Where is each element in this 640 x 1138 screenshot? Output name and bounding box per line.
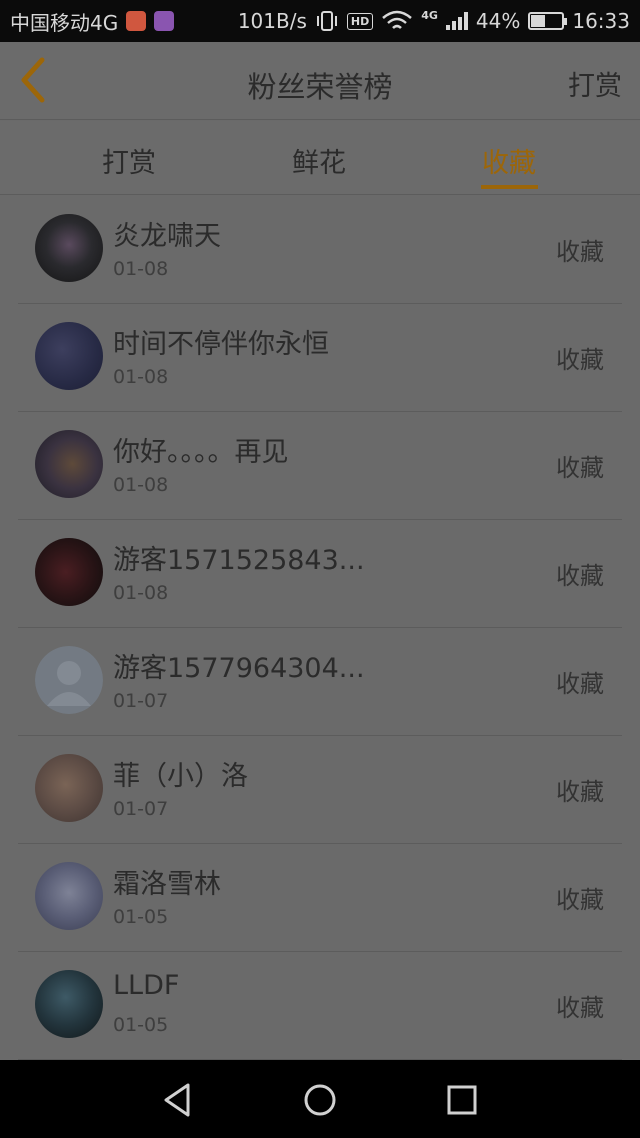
- list-item[interactable]: LLDF 01-05 收藏: [18, 952, 622, 1060]
- app-header: 粉丝荣誉榜 打赏: [0, 42, 640, 120]
- fan-name: 游客1571525843...: [113, 545, 365, 576]
- active-tab-indicator: [481, 185, 538, 189]
- vibrate-icon: [316, 11, 337, 31]
- list-item[interactable]: 游客1571525843... 01-08 收藏: [18, 520, 622, 628]
- fan-list: 炎龙啸天 01-08 收藏 时间不停伴你永恒 01-08 收藏 你好。。。。再见…: [18, 196, 622, 1060]
- default-avatar-icon: [35, 646, 103, 714]
- tab-flowers[interactable]: 鲜花: [292, 141, 346, 180]
- avatar: [35, 754, 103, 822]
- favorite-label: 收藏: [556, 454, 604, 482]
- network-speed: 101B/s: [237, 9, 307, 33]
- avatar: [35, 430, 103, 498]
- battery-percent: 44%: [475, 9, 521, 33]
- avatar: [35, 862, 103, 930]
- favorite-label: 收藏: [556, 670, 604, 698]
- fan-name: 游客1577964304...: [113, 653, 365, 684]
- fan-date: 01-08: [113, 258, 169, 280]
- fan-date: 01-07: [113, 798, 169, 820]
- recents-square-icon[interactable]: [442, 1080, 482, 1120]
- fan-name: 时间不停伴你永恒: [113, 329, 329, 360]
- network-type-label: 4G: [421, 8, 438, 22]
- fan-name: 菲（小）洛: [113, 761, 248, 792]
- avatar: [35, 538, 103, 606]
- favorite-label: 收藏: [556, 886, 604, 914]
- list-item[interactable]: 霜洛雪林 01-05 收藏: [18, 844, 622, 952]
- list-item[interactable]: 时间不停伴你永恒 01-08 收藏: [18, 304, 622, 412]
- fan-name: 你好。。。。再见: [113, 437, 289, 468]
- avatar: [35, 322, 103, 390]
- fan-name: LLDF: [113, 970, 180, 1001]
- status-bar: 中国移动4G 101B/s HD 4G 44% 16:33: [0, 0, 640, 42]
- list-item[interactable]: 你好。。。。再见 01-08 收藏: [18, 412, 622, 520]
- carrier-name: 中国移动4G: [10, 10, 119, 35]
- wifi-icon: [382, 10, 413, 29]
- fan-date: 01-08: [113, 474, 169, 496]
- avatar: [35, 214, 103, 282]
- battery-icon: [528, 12, 568, 30]
- home-circle-icon[interactable]: [300, 1080, 340, 1120]
- favorite-label: 收藏: [556, 562, 604, 590]
- list-item[interactable]: 炎龙啸天 01-08 收藏: [18, 196, 622, 304]
- tab-favorites[interactable]: 收藏: [482, 141, 536, 180]
- system-navigation-bar: [0, 1060, 640, 1138]
- reward-button[interactable]: 打赏: [568, 64, 622, 103]
- list-item[interactable]: 游客1577964304... 01-07 收藏: [18, 628, 622, 736]
- clock: 16:33: [572, 9, 630, 33]
- fan-date: 01-05: [113, 1014, 169, 1036]
- fan-date: 01-07: [113, 690, 169, 712]
- signal-strength-icon: [445, 12, 468, 30]
- fan-date: 01-08: [113, 582, 169, 604]
- fan-name: 炎龙啸天: [113, 221, 221, 252]
- fan-name: 霜洛雪林: [113, 869, 221, 900]
- fan-date: 01-08: [113, 366, 169, 388]
- gallery-notification-icon: [154, 11, 175, 31]
- avatar: [35, 970, 103, 1038]
- fan-date: 01-05: [113, 906, 169, 928]
- favorite-label: 收藏: [556, 778, 604, 806]
- favorite-label: 收藏: [556, 994, 604, 1022]
- favorite-label: 收藏: [556, 238, 604, 266]
- favorite-label: 收藏: [556, 346, 604, 374]
- list-item[interactable]: 菲（小）洛 01-07 收藏: [18, 736, 622, 844]
- tab-bar: 打赏 鲜花 收藏: [0, 121, 640, 195]
- tab-reward[interactable]: 打赏: [102, 141, 156, 180]
- hd-voice-badge: HD: [346, 12, 374, 30]
- back-triangle-icon[interactable]: [158, 1080, 198, 1120]
- app-notification-icon: [126, 11, 147, 31]
- page-title: 粉丝荣誉榜: [247, 70, 393, 104]
